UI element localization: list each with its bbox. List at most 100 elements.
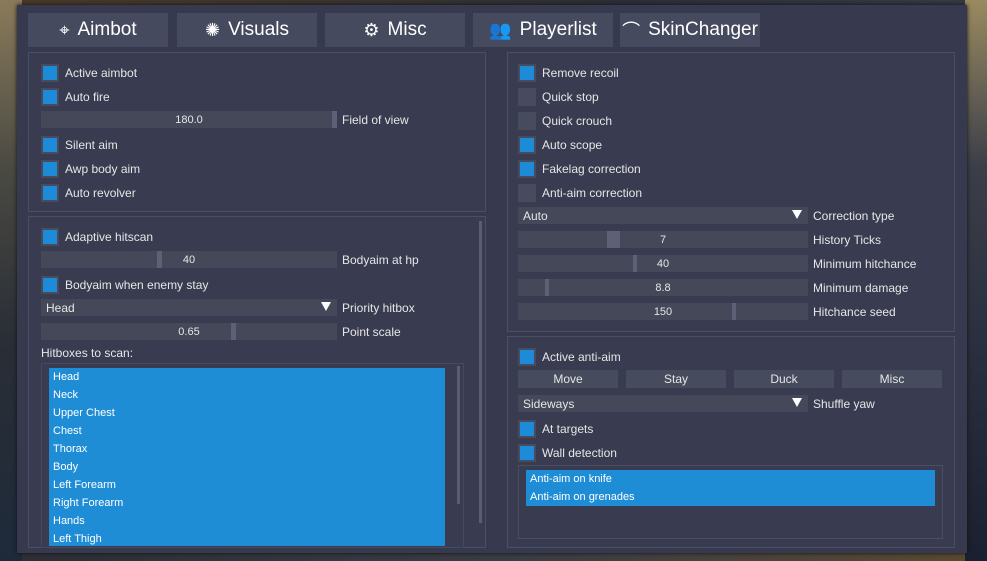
checkbox-box: [520, 90, 534, 104]
bodyaim-stay-checkbox[interactable]: Bodyaim when enemy stay: [41, 276, 208, 294]
active-aimbot-checkbox[interactable]: Active aimbot: [41, 64, 137, 82]
bodyaim-hp-slider[interactable]: 40: [41, 251, 337, 268]
users-icon: 👥: [489, 19, 512, 40]
shuffle-yaw-label: Shuffle yaw: [813, 397, 875, 411]
at-targets-checkbox[interactable]: At targets: [518, 420, 593, 438]
adaptive-hitscan-checkbox[interactable]: Adaptive hitscan: [41, 228, 153, 246]
hitboxes-list[interactable]: Head Neck Upper Chest Chest Thorax Body …: [49, 368, 445, 546]
tab-label: Aimbot: [77, 19, 137, 40]
tab-misc[interactable]: ⚙ Misc: [325, 13, 465, 47]
checkbox-box: [520, 114, 534, 128]
slider-thumb[interactable]: [545, 279, 549, 296]
priority-hitbox-label: Priority hitbox: [342, 301, 415, 315]
tab-skinchanger[interactable]: ⌒ SkinChanger: [620, 13, 760, 47]
checkbox-box: [520, 66, 534, 80]
auto-scope-checkbox[interactable]: Auto scope: [518, 136, 602, 154]
min-hitchance-label: Minimum hitchance: [813, 257, 917, 271]
tab-label: Misc: [387, 19, 427, 40]
history-ticks-label: History Ticks: [813, 233, 882, 247]
tab-playerlist[interactable]: 👥 Playerlist: [473, 13, 613, 47]
fakelag-correction-checkbox[interactable]: Fakelag correction: [518, 160, 641, 178]
awp-body-aim-checkbox[interactable]: Awp body aim: [41, 160, 140, 178]
min-damage-slider[interactable]: 8.8: [518, 279, 808, 296]
hitboxes-list-scrollbar[interactable]: [457, 366, 460, 504]
checkbox-box: [520, 186, 534, 200]
tab-aimbot[interactable]: ⌖ Aimbot: [28, 13, 168, 47]
checkbox-box: [520, 446, 534, 460]
checkbox-box: [43, 90, 57, 104]
point-scale-label: Point scale: [342, 325, 401, 339]
quick-crouch-checkbox[interactable]: Quick crouch: [518, 112, 612, 130]
crosshair-icon: ⌖: [59, 19, 70, 40]
list-item[interactable]: Head: [49, 368, 445, 386]
checkbox-box: [520, 162, 534, 176]
slider-thumb[interactable]: [231, 323, 236, 340]
checkbox-box: [43, 186, 57, 200]
chevron-down-icon: [792, 210, 802, 219]
list-item[interactable]: Neck: [49, 386, 445, 404]
list-item[interactable]: Chest: [49, 422, 445, 440]
tab-visuals[interactable]: ✺ Visuals: [177, 13, 317, 47]
checkbox-box: [520, 422, 534, 436]
chevron-down-icon: [321, 302, 331, 311]
knife-icon: ⌒: [622, 21, 641, 41]
slider-thumb[interactable]: [332, 111, 337, 128]
bodyaim-hp-label: Bodyaim at hp: [342, 253, 419, 267]
list-item[interactable]: Anti-aim on knife: [526, 470, 935, 488]
hitscan-panel-scrollbar[interactable]: [479, 221, 482, 523]
background-right-edge: [965, 0, 987, 561]
min-hitchance-slider[interactable]: 40: [518, 255, 808, 272]
history-ticks-slider[interactable]: 7: [518, 231, 808, 248]
list-item[interactable]: Right Forearm: [49, 494, 445, 512]
checkbox-box: [520, 138, 534, 152]
list-item[interactable]: Thorax: [49, 440, 445, 458]
checkbox-box: [43, 162, 57, 176]
correction-type-label: Correction type: [813, 209, 895, 223]
silent-aim-checkbox[interactable]: Silent aim: [41, 136, 118, 154]
fov-label: Field of view: [342, 113, 409, 127]
auto-fire-checkbox[interactable]: Auto fire: [41, 88, 110, 106]
checkbox-box: [43, 66, 57, 80]
antiaim-duck-button[interactable]: Duck: [734, 370, 834, 388]
priority-hitbox-dropdown[interactable]: Head: [41, 299, 337, 316]
chevron-down-icon: [792, 398, 802, 407]
antiaim-move-button[interactable]: Move: [518, 370, 618, 388]
checkbox-box: [43, 278, 57, 292]
antiaim-stay-button[interactable]: Stay: [626, 370, 726, 388]
checkbox-box: [43, 138, 57, 152]
checkbox-box: [520, 350, 534, 364]
slider-thumb[interactable]: [633, 255, 637, 272]
checkbox-box: [43, 230, 57, 244]
point-scale-slider[interactable]: 0.65: [41, 323, 337, 340]
wall-detection-checkbox[interactable]: Wall detection: [518, 444, 617, 462]
antiaim-correction-checkbox[interactable]: Anti-aim correction: [518, 184, 642, 202]
antiaim-list[interactable]: Anti-aim on knife Anti-aim on grenades: [526, 470, 935, 506]
hitchance-seed-slider[interactable]: 150: [518, 303, 808, 320]
gears-icon: ⚙: [363, 19, 380, 40]
shuffle-yaw-dropdown[interactable]: Sideways: [518, 395, 808, 412]
fov-slider[interactable]: 180.0: [41, 111, 337, 128]
slider-thumb[interactable]: [732, 303, 736, 320]
slider-thumb[interactable]: [157, 251, 162, 268]
active-antiaim-checkbox[interactable]: Active anti-aim: [518, 348, 621, 366]
list-item[interactable]: Body: [49, 458, 445, 476]
list-item[interactable]: Anti-aim on grenades: [526, 488, 935, 506]
min-damage-label: Minimum damage: [813, 281, 909, 295]
tab-label: Visuals: [228, 19, 289, 40]
list-item[interactable]: Left Forearm: [49, 476, 445, 494]
tab-label: SkinChanger: [648, 19, 758, 40]
correction-type-dropdown[interactable]: Auto: [518, 207, 808, 224]
hitchance-seed-label: Hitchance seed: [813, 305, 896, 319]
antiaim-misc-button[interactable]: Misc: [842, 370, 942, 388]
auto-revolver-checkbox[interactable]: Auto revolver: [41, 184, 136, 202]
quick-stop-checkbox[interactable]: Quick stop: [518, 88, 599, 106]
cheat-menu-window: ⌖ Aimbot ✺ Visuals ⚙ Misc 👥 Playerlist ⌒…: [17, 5, 967, 553]
sun-icon: ✺: [205, 19, 221, 40]
hitboxes-title: Hitboxes to scan:: [41, 346, 134, 360]
tab-label: Playerlist: [519, 19, 597, 40]
remove-recoil-checkbox[interactable]: Remove recoil: [518, 64, 619, 82]
list-item[interactable]: Hands: [49, 512, 445, 530]
slider-thumb[interactable]: [607, 231, 620, 248]
list-item[interactable]: Upper Chest: [49, 404, 445, 422]
list-item[interactable]: Left Thigh: [49, 530, 445, 546]
